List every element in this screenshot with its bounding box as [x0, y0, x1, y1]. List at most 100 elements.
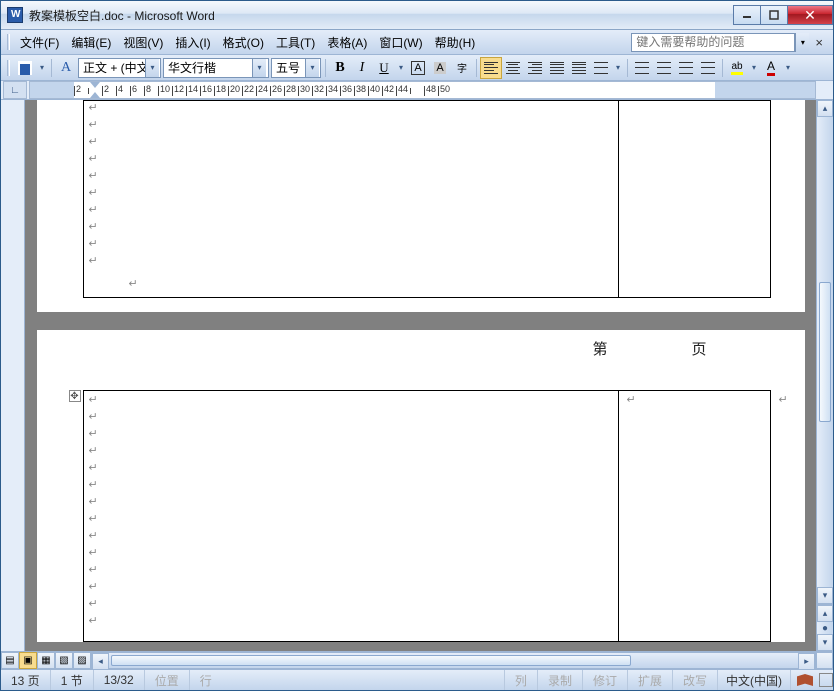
page-header: 第 页: [592, 338, 724, 359]
menu-format[interactable]: 格式(O): [217, 31, 270, 54]
web-layout-view-button[interactable]: ▦: [37, 652, 55, 669]
close-button[interactable]: ✕: [787, 5, 833, 25]
next-page-button[interactable]: ▾: [817, 634, 833, 651]
browse-object-button[interactable]: ●: [817, 622, 833, 634]
char-border-button[interactable]: A: [407, 57, 429, 79]
menu-file[interactable]: 文件(F): [14, 31, 65, 54]
menu-tools[interactable]: 工具(T): [270, 31, 321, 54]
help-search-box[interactable]: [631, 33, 795, 52]
decrease-indent-button[interactable]: [675, 57, 697, 79]
help-dropdown[interactable]: ▾: [795, 33, 809, 52]
chevron-down-icon[interactable]: ▾: [252, 59, 266, 77]
menubar: 文件(F) 编辑(E) 视图(V) 插入(I) 格式(O) 工具(T) 表格(A…: [1, 30, 833, 55]
first-line-indent-marker[interactable]: [90, 82, 100, 88]
distribute-button[interactable]: [568, 57, 590, 79]
titlebar: 教案模板空白.doc - Microsoft Word ✕: [1, 1, 833, 30]
status-section: 1 节: [51, 670, 94, 690]
horizontal-ruler[interactable]: 2246810121416182022242628303234363840424…: [29, 81, 816, 99]
numbering-button[interactable]: [631, 57, 653, 79]
char-shading-button[interactable]: A: [429, 57, 451, 79]
ime-icon[interactable]: [819, 673, 833, 687]
page: ↵ ↵↵↵ ↵↵↵ ↵↵↵ ↵: [37, 100, 805, 312]
maximize-button[interactable]: [760, 5, 788, 25]
size-value: 五号: [272, 59, 305, 76]
menu-window[interactable]: 窗口(W): [373, 31, 428, 54]
status-language[interactable]: 中文(中国): [718, 670, 791, 690]
underline-button[interactable]: U: [373, 57, 395, 79]
doc-close-button[interactable]: ×: [815, 35, 823, 50]
align-center-button[interactable]: [502, 57, 524, 79]
font-color-button[interactable]: A: [760, 57, 782, 79]
toolbar-grip[interactable]: [7, 60, 10, 76]
prev-page-button[interactable]: ▴: [817, 605, 833, 622]
align-justify-button[interactable]: [546, 57, 568, 79]
chevron-down-icon[interactable]: ▾: [145, 59, 159, 77]
bold-button[interactable]: B: [329, 57, 351, 79]
line-spacing-button[interactable]: [590, 57, 612, 79]
status-ext[interactable]: 扩展: [628, 670, 673, 690]
phonetic-guide-button[interactable]: 字: [451, 57, 473, 79]
underline-dropdown[interactable]: ▾: [395, 57, 407, 79]
menu-table[interactable]: 表格(A): [321, 31, 373, 54]
hscroll-row: ▤ ▣ ▦ ▧ ▨ ◂ ▸: [1, 651, 833, 669]
font-value: 华文行楷: [164, 59, 252, 76]
bullets-button[interactable]: [653, 57, 675, 79]
status-position: 位置: [145, 670, 190, 690]
increase-indent-button[interactable]: [697, 57, 719, 79]
statusbar: 13 页 1 节 13/32 位置 行 列 录制 修订 扩展 改写 中文(中国): [1, 669, 833, 690]
scroll-left-button[interactable]: ◂: [92, 653, 109, 670]
help-search-input[interactable]: [632, 35, 794, 49]
spellcheck-icon[interactable]: [797, 674, 813, 686]
menu-insert[interactable]: 插入(I): [169, 31, 216, 54]
save-button[interactable]: [14, 57, 36, 79]
save-dropdown[interactable]: ▾: [36, 57, 48, 79]
highlight-button[interactable]: ab: [726, 57, 748, 79]
status-pages: 13/32: [94, 670, 145, 690]
status-line: 行: [190, 670, 505, 690]
align-right-button[interactable]: [524, 57, 546, 79]
scroll-right-button[interactable]: ▸: [798, 653, 815, 670]
status-page: 13 页: [1, 670, 51, 690]
menu-view[interactable]: 视图(V): [117, 31, 169, 54]
status-col: 列: [505, 670, 538, 690]
align-left-button[interactable]: [480, 57, 502, 79]
status-rec[interactable]: 录制: [538, 670, 583, 690]
table-move-handle[interactable]: ✥: [69, 390, 81, 402]
minimize-button[interactable]: [733, 5, 761, 25]
menu-help[interactable]: 帮助(H): [429, 31, 482, 54]
line-spacing-dropdown[interactable]: ▾: [612, 57, 624, 79]
word-icon: [7, 7, 23, 23]
style-value: 正文 + (中文: [79, 59, 145, 76]
paragraph-mark: ↵: [85, 100, 98, 117]
font-color-dropdown[interactable]: ▾: [782, 57, 794, 79]
vertical-ruler[interactable]: [1, 100, 25, 651]
formatting-toolbar: ▾ A 正文 + (中文▾ 华文行楷▾ 五号▾ B I U ▾ A A 字 ▾ …: [1, 55, 833, 81]
status-rev[interactable]: 修订: [583, 670, 628, 690]
horizontal-scrollbar[interactable]: ◂ ▸: [91, 652, 816, 669]
document-viewport[interactable]: ↵ ↵↵↵ ↵↵↵ ↵↵↵ ↵ 第 页 ✥ ↵ ↵ ↵↵↵ ↵↵↵: [25, 100, 816, 651]
page: 第 页 ✥ ↵ ↵ ↵↵↵ ↵↵↵ ↵↵↵ ↵↵↵ ↵↵: [37, 330, 805, 642]
scroll-thumb[interactable]: [819, 282, 831, 422]
window-title: 教案模板空白.doc - Microsoft Word: [29, 7, 215, 24]
size-combo[interactable]: 五号▾: [271, 58, 321, 78]
normal-view-button[interactable]: ▤: [1, 652, 19, 669]
tab-selector[interactable]: ∟: [3, 81, 27, 99]
scroll-down-button[interactable]: ▾: [817, 587, 833, 604]
menu-edit[interactable]: 编辑(E): [65, 31, 117, 54]
highlight-dropdown[interactable]: ▾: [748, 57, 760, 79]
ruler-row: ∟ 22468101214161820222426283032343638404…: [1, 81, 833, 100]
vertical-scrollbar[interactable]: ▴ ▾ ▴ ● ▾: [816, 100, 833, 651]
style-combo[interactable]: 正文 + (中文▾: [78, 58, 161, 78]
hanging-indent-marker[interactable]: [90, 92, 100, 98]
styles-pane-button[interactable]: A: [55, 57, 77, 79]
italic-button[interactable]: I: [351, 57, 373, 79]
scroll-up-button[interactable]: ▴: [817, 100, 833, 117]
toolbar-grip[interactable]: [7, 34, 10, 50]
reading-view-button[interactable]: ▨: [73, 652, 91, 669]
font-combo[interactable]: 华文行楷▾: [163, 58, 269, 78]
chevron-down-icon[interactable]: ▾: [305, 59, 319, 77]
hscroll-thumb[interactable]: [111, 655, 631, 666]
outline-view-button[interactable]: ▧: [55, 652, 73, 669]
status-ovr[interactable]: 改写: [673, 670, 718, 690]
print-layout-view-button[interactable]: ▣: [19, 652, 37, 669]
